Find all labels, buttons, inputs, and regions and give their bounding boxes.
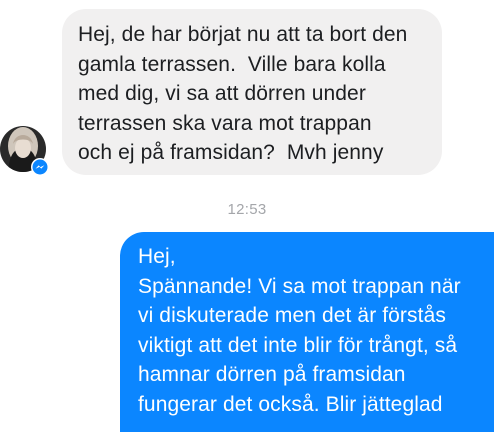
message-line: viktigt att det inte blir för trångt, så (138, 333, 458, 357)
message-line: och ej på framsidan? Mvh jenny (78, 141, 384, 164)
message-line: vi diskuterade men det är förstås (138, 304, 446, 327)
message-line: gamla terrassen. Ville bara kolla (78, 52, 386, 76)
incoming-message-bubble[interactable]: Hej, de har börjat nu att ta bort den ga… (62, 9, 442, 175)
message-thread: Hej, de har börjat nu att ta bort den ga… (0, 0, 494, 432)
messenger-badge (31, 158, 49, 176)
message-line: hamnar dörren på framsidan (138, 363, 406, 386)
message-line: med dig, vi sa att dörren under (78, 82, 366, 105)
message-line: Spännande! Vi sa mot trappan när (138, 274, 461, 298)
message-timestamp: 12:53 (227, 201, 267, 218)
outgoing-message-bubble[interactable]: Hej, Spännande! Vi sa mot trappan när vi… (120, 232, 494, 432)
message-line: Hej, de har börjat nu att ta bort den (78, 23, 408, 46)
message-line: Hej, (138, 245, 176, 268)
messenger-logo-icon (31, 158, 49, 176)
message-line: terrassen ska vara mot trappan (78, 111, 372, 135)
